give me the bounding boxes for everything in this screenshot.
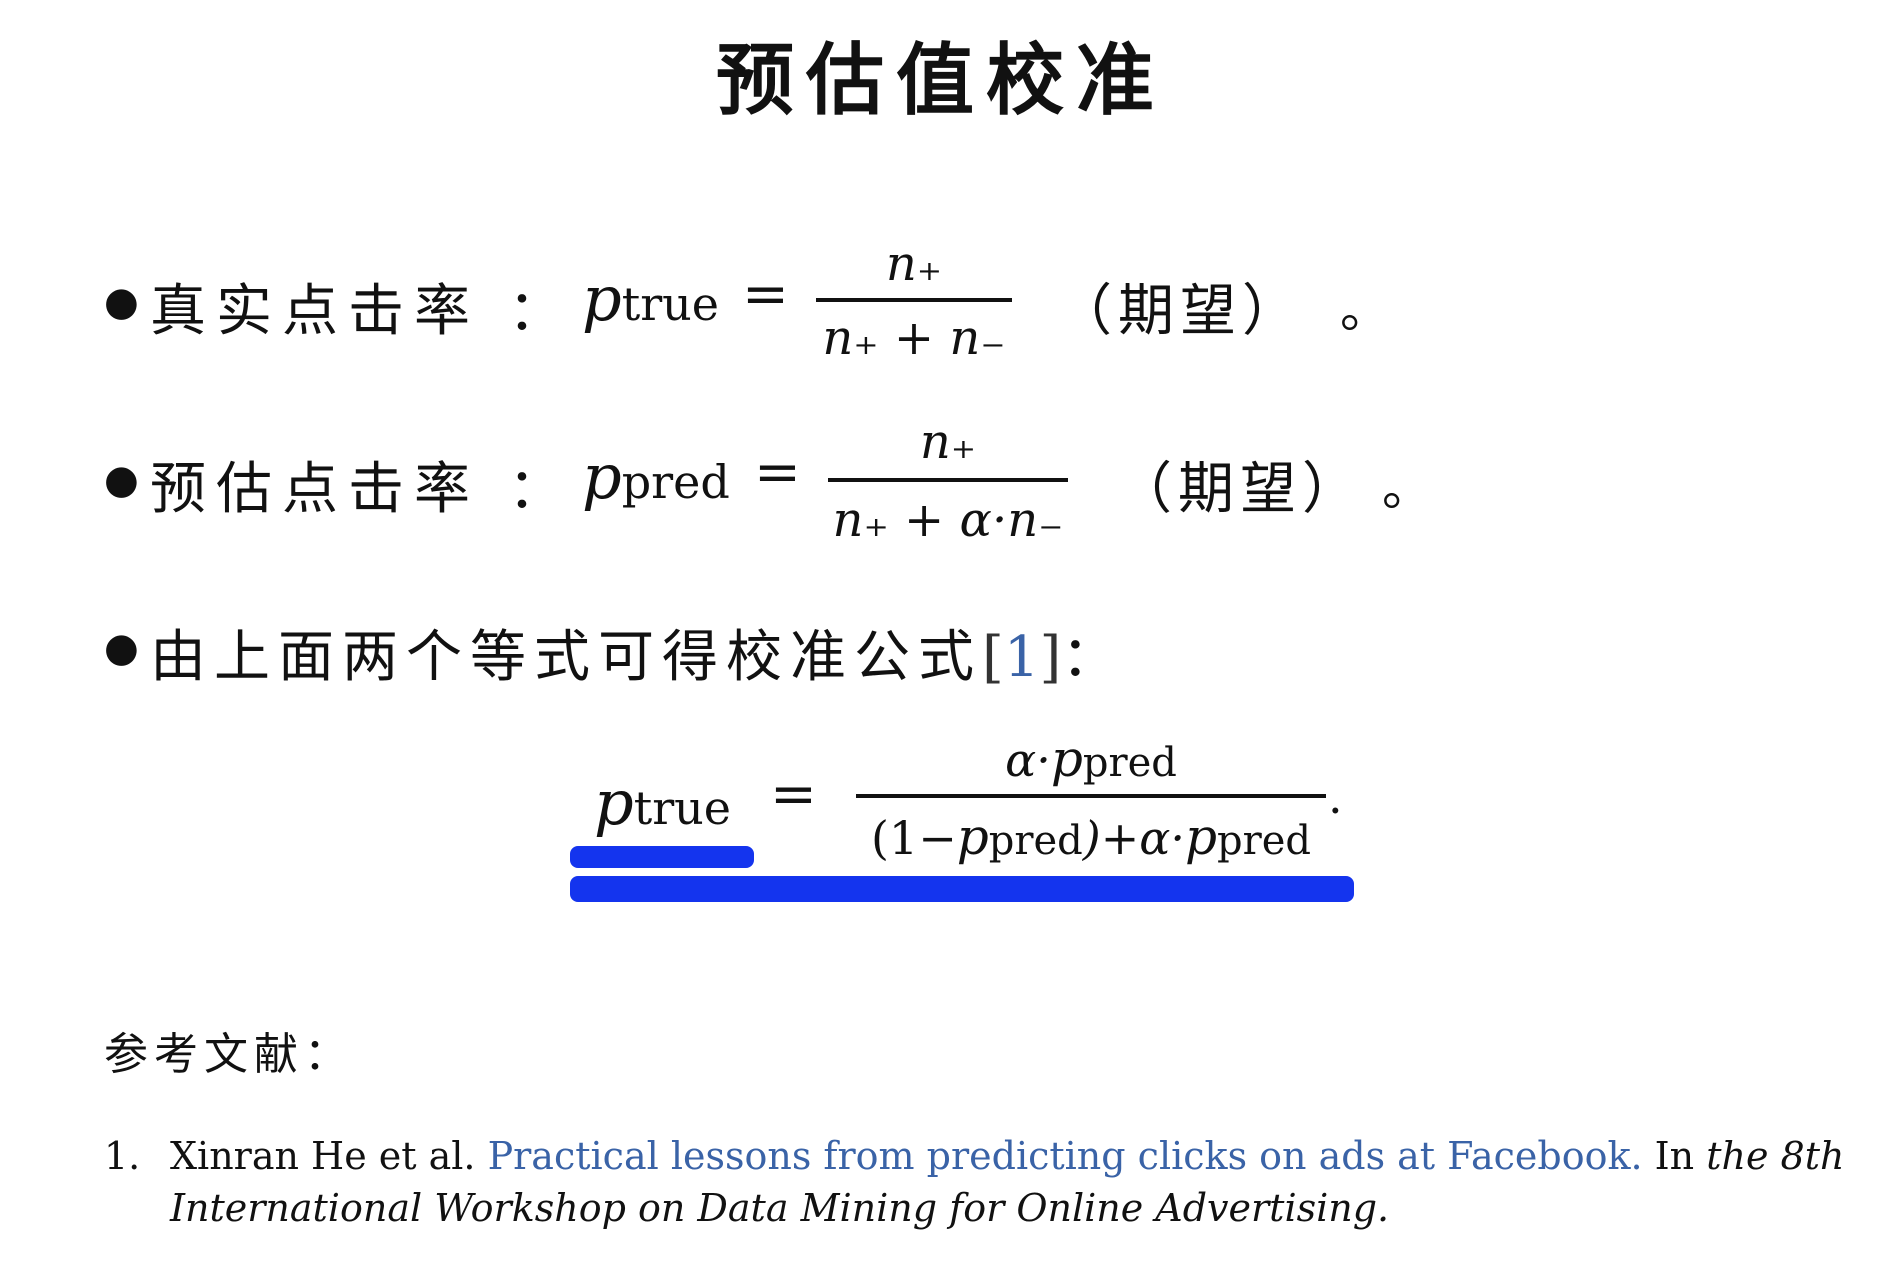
reference-venue: International Workshop on Data Mining fo… [170, 1186, 1390, 1230]
formula-lhs: ptrue [594, 766, 731, 839]
reference-authors: Xinran He et al. [170, 1134, 476, 1178]
fraction-bar [856, 794, 1326, 798]
paren-open: (1− [870, 811, 957, 865]
subscript-true: true [633, 781, 732, 835]
equals-sign: = [770, 762, 817, 827]
bullet-1-label: 真实点击率 [150, 279, 480, 344]
fraction-numerator: α·ppred [856, 730, 1326, 788]
fraction-pred-rate: n₊ n₊ + α·n₋ [828, 414, 1068, 548]
subscript-pred: pred [988, 818, 1083, 864]
citation-bracket-open: [ [982, 625, 1004, 690]
reference-title-link[interactable]: Practical lessons from predicting clicks… [488, 1134, 1643, 1178]
page-title: 预估值校准 [715, 36, 1166, 126]
highlight-underline-lhs [570, 846, 754, 868]
bullet-dot: ● [104, 457, 139, 503]
bullet-2-colon: ： [508, 457, 564, 522]
symbol-p: p [956, 808, 989, 866]
bullet-2-note: （期望） [1116, 457, 1364, 522]
symbol-p: p [582, 262, 622, 335]
calibration-fraction: α·ppred (1−ppred)+α·ppred [856, 730, 1326, 880]
formula-period: . [1328, 770, 1343, 824]
fraction-denominator: (1−ppred)+α·ppred [856, 808, 1326, 866]
symbol-p: p [594, 766, 634, 839]
reference-line-1: Xinran He et al. Practical lessons from … [170, 1134, 1844, 1178]
bullet-3-colon: ： [1061, 625, 1118, 690]
alpha-dot: α· [1005, 733, 1051, 787]
bullet-3-text: 由上面两个等式可得校准公式 [150, 625, 982, 690]
fraction-bar [828, 478, 1068, 482]
symbol-p: p [582, 440, 622, 513]
bullet-3-line: 由上面两个等式可得校准公式[1]： [150, 612, 1117, 693]
fraction-denominator: n₊ + n₋ [822, 310, 1006, 366]
subscript-pred: pred [621, 455, 730, 509]
bullet-2-end: 。 [1382, 459, 1432, 517]
fraction-denominator: n₊ + α·n₋ [832, 492, 1064, 548]
subscript-pred: pred [1082, 740, 1177, 786]
equals-sign: = [754, 440, 801, 505]
symbol-p: p [1184, 808, 1217, 866]
bullet-2-label: 预估点击率 [150, 457, 480, 522]
citation-link[interactable]: 1 [1004, 625, 1040, 690]
bullet-dot: ● [104, 625, 139, 671]
bullet-2-lhs: ppred [582, 440, 730, 513]
references-heading: 参考文献： [104, 1029, 354, 1080]
bullet-dot: ● [104, 279, 139, 325]
bullet-1-lhs: ptrue [582, 262, 719, 335]
paren-close-plus-alpha: )+α· [1082, 811, 1185, 865]
fraction-numerator: n₊ [885, 236, 943, 292]
fraction-numerator: n₊ [919, 414, 977, 470]
reference-index: 1. [104, 1134, 141, 1178]
fraction-true-rate: n₊ n₊ + n₋ [816, 236, 1012, 366]
subscript-true: true [621, 277, 720, 331]
fraction-bar [816, 298, 1012, 302]
bullet-1-end: 。 [1340, 281, 1390, 339]
bullet-1-colon: ： [508, 279, 564, 344]
reference-in: In [1654, 1134, 1695, 1178]
bullet-1-note: （期望） [1056, 279, 1304, 344]
reference-venue-start: the 8th [1706, 1134, 1845, 1178]
equals-sign: = [742, 262, 789, 327]
highlight-underline-formula [570, 876, 1354, 902]
symbol-p: p [1050, 730, 1083, 788]
citation-bracket-close: ] [1039, 625, 1062, 690]
subscript-pred: pred [1216, 818, 1311, 864]
